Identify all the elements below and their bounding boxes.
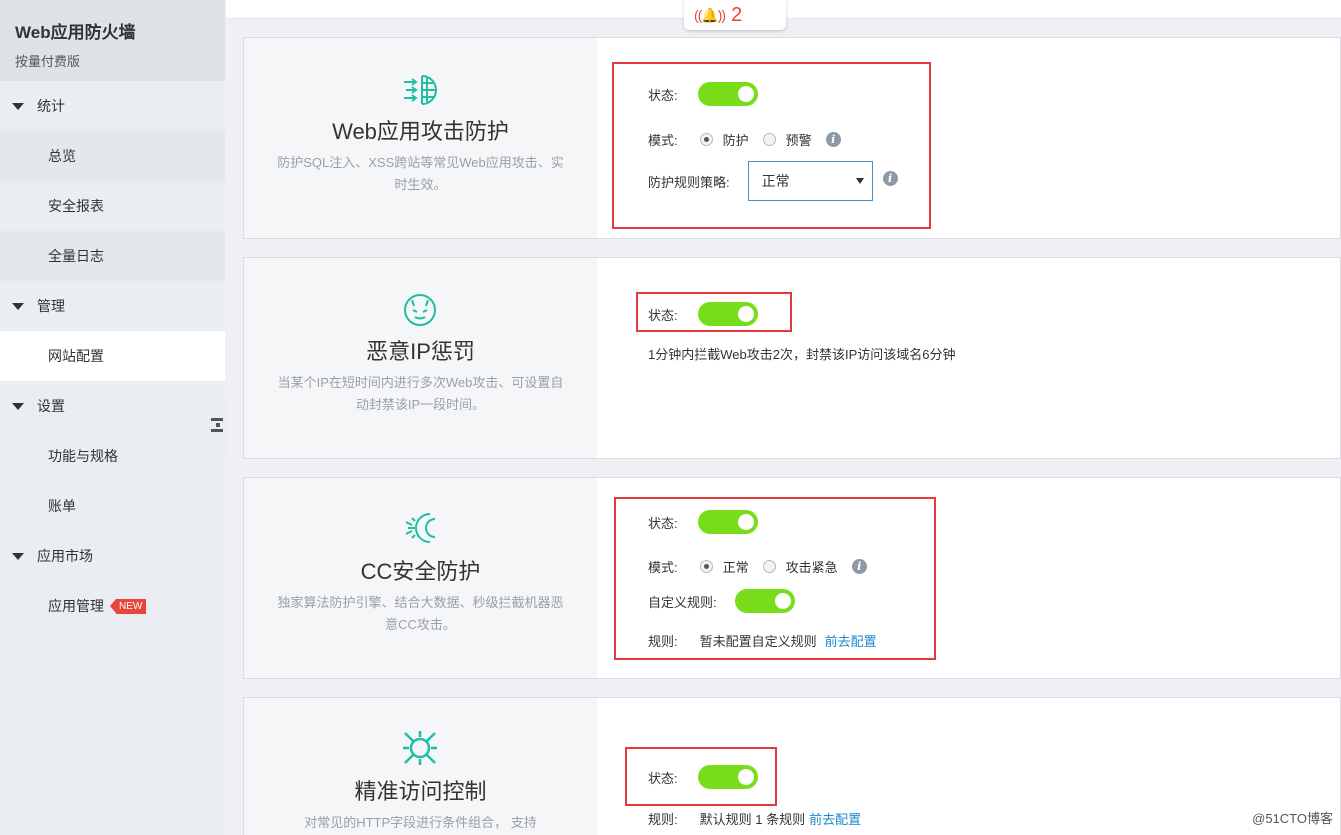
status-row: 状态: bbox=[648, 82, 758, 106]
devil-face-icon bbox=[404, 294, 436, 326]
status-row: 状态: bbox=[648, 765, 758, 789]
card-description: 独家算法防护引擎、结合大数据、秒级拦截机器恶意CC攻击。 bbox=[277, 595, 564, 632]
mode-label: 模式: bbox=[648, 560, 678, 575]
custom-rule-label: 自定义规则: bbox=[648, 594, 717, 610]
card-settings: 状态: 模式: 防护 预警 i 防护规则策略: 正常 i bbox=[598, 38, 1340, 238]
mode-row: 模式: 防护 预警 i bbox=[648, 130, 841, 149]
card-title: 恶意IP惩罚 bbox=[366, 339, 475, 364]
alarm-count: 2 bbox=[731, 3, 743, 26]
rule-row: 规则: 默认规则 1 条规则 前去配置 bbox=[648, 809, 861, 828]
sidebar: Web应用防火墙 按量付费版 统计 总览 安全报表 全量日志 管理 网站配置 设… bbox=[0, 0, 225, 835]
product-title: Web应用防火墙 bbox=[15, 23, 136, 42]
status-label: 状态: bbox=[648, 307, 678, 323]
mode-radio-protect[interactable] bbox=[699, 133, 713, 146]
caret-down-icon bbox=[12, 102, 24, 110]
rule-row: 规则: 暂未配置自定义规则 前去配置 bbox=[648, 631, 877, 650]
collapse-icon bbox=[211, 418, 223, 432]
nav-item-label: 应用管理 bbox=[48, 598, 104, 614]
sidebar-collapse-toggle[interactable] bbox=[208, 396, 226, 454]
dropdown-arrow-icon bbox=[855, 178, 864, 184]
rule-label: 规则: bbox=[648, 634, 678, 649]
nav-item-app-management[interactable]: 应用管理 NEW bbox=[0, 581, 225, 631]
status-toggle[interactable] bbox=[697, 302, 758, 326]
info-icon[interactable]: i bbox=[851, 559, 867, 574]
card-info: CC安全防护 独家算法防护引擎、结合大数据、秒级拦截机器恶意CC攻击。 bbox=[244, 478, 597, 678]
configure-link[interactable]: 前去配置 bbox=[809, 809, 861, 828]
card-title: CC安全防护 bbox=[360, 559, 481, 584]
card-settings: 状态: 1分钟内拦截Web攻击2次，封禁该IP访问该域名6分钟 bbox=[598, 258, 1340, 458]
nav-item-security-report[interactable]: 安全报表 bbox=[0, 181, 225, 231]
card-malicious-ip-penalty: 恶意IP惩罚 当某个IP在短时间内进行多次Web攻击、可设置自动封禁该IP一段时… bbox=[243, 257, 1341, 459]
policy-select[interactable]: 正常 bbox=[747, 161, 873, 201]
nav-group-statistics[interactable]: 统计 bbox=[0, 81, 225, 131]
policy-select-value: 正常 bbox=[761, 173, 790, 189]
product-edition: 按量付费版 bbox=[15, 54, 81, 69]
nav-item-overview[interactable]: 总览 bbox=[0, 131, 225, 181]
custom-rule-row: 自定义规则: bbox=[648, 589, 795, 613]
card-info: 精准访问控制 对常见的HTTP字段进行条件组合， 支持 bbox=[244, 698, 597, 835]
card-settings: 状态: 模式: 正常 攻击紧急 i 自定义规则: 规则: 暂未配置自定义规则 前… bbox=[598, 478, 1340, 678]
card-description: 对常见的HTTP字段进行条件组合， 支持 bbox=[304, 815, 537, 830]
policy-label: 防护规则策略: bbox=[648, 174, 730, 190]
rule-text: 默认规则 1 条规则 bbox=[699, 812, 806, 827]
card-title: Web应用攻击防护 bbox=[332, 119, 509, 144]
mode-radio-warn[interactable] bbox=[762, 133, 776, 146]
nav-item-billing[interactable]: 账单 bbox=[0, 481, 225, 531]
status-label: 状态: bbox=[648, 515, 678, 531]
rule-text: 暂未配置自定义规则 bbox=[699, 634, 817, 649]
nav-group-label: 统计 bbox=[37, 98, 65, 114]
new-badge: NEW bbox=[109, 598, 147, 614]
rule-label: 规则: bbox=[648, 812, 678, 827]
caret-down-icon bbox=[12, 302, 24, 310]
nav-group-settings[interactable]: 设置 bbox=[0, 381, 225, 431]
card-info: 恶意IP惩罚 当某个IP在短时间内进行多次Web攻击、可设置自动封禁该IP一段时… bbox=[244, 258, 597, 458]
status-label: 状态: bbox=[648, 770, 678, 786]
configure-link[interactable]: 前去配置 bbox=[825, 631, 877, 650]
nav-group-app-market[interactable]: 应用市场 bbox=[0, 531, 225, 581]
card-description: 当某个IP在短时间内进行多次Web攻击、可设置自动封禁该IP一段时间。 bbox=[277, 375, 564, 412]
mode-option-label: 防护 bbox=[722, 133, 749, 148]
status-toggle[interactable] bbox=[697, 82, 758, 106]
nav-item-site-config[interactable]: 网站配置 bbox=[0, 331, 225, 381]
card-description: 防护SQL注入、XSS跨站等常见Web应用攻击、实时生效。 bbox=[277, 155, 564, 192]
status-label: 状态: bbox=[648, 87, 678, 103]
penalty-note: 1分钟内拦截Web攻击2次，封禁该IP访问该域名6分钟 bbox=[648, 347, 956, 362]
card-settings: 状态: 规则: 默认规则 1 条规则 前去配置 bbox=[598, 698, 1340, 835]
status-toggle[interactable] bbox=[697, 510, 758, 534]
mode-label: 模式: bbox=[648, 133, 678, 148]
nav-group-label: 管理 bbox=[37, 298, 65, 314]
nav-group-label: 应用市场 bbox=[37, 548, 93, 564]
info-icon[interactable]: i bbox=[825, 132, 841, 147]
mode-radio-normal[interactable] bbox=[699, 560, 713, 573]
nav-item-features-specs[interactable]: 功能与规格 bbox=[0, 431, 225, 481]
caret-down-icon bbox=[12, 552, 24, 560]
card-info: Web应用攻击防护 防护SQL注入、XSS跨站等常见Web应用攻击、实时生效。 bbox=[244, 38, 597, 238]
bell-alarm-icon: ((🔔)) bbox=[694, 6, 726, 23]
status-row: 状态: bbox=[648, 510, 758, 534]
card-title: 精准访问控制 bbox=[354, 779, 487, 804]
policy-row: 防护规则策略: 正常 i bbox=[648, 161, 898, 201]
status-toggle[interactable] bbox=[697, 765, 758, 789]
caret-down-icon bbox=[12, 402, 24, 410]
card-web-attack-protection: Web应用攻击防护 防护SQL注入、XSS跨站等常见Web应用攻击、实时生效。 … bbox=[243, 37, 1341, 239]
mode-option-label: 预警 bbox=[785, 133, 812, 148]
card-precise-access-control: 精准访问控制 对常见的HTTP字段进行条件组合， 支持 状态: 规则: 默认规则… bbox=[243, 697, 1341, 835]
mode-option-label: 攻击紧急 bbox=[785, 560, 838, 575]
custom-rule-toggle[interactable] bbox=[734, 589, 795, 613]
alarm-notification[interactable]: ((🔔)) 2 bbox=[684, 0, 786, 30]
mode-row: 模式: 正常 攻击紧急 i bbox=[648, 557, 867, 576]
mode-option-label: 正常 bbox=[722, 560, 749, 575]
watermark: @51CTO博客 bbox=[1252, 811, 1333, 826]
nav-item-full-log[interactable]: 全量日志 bbox=[0, 231, 225, 281]
card-cc-protection: CC安全防护 独家算法防护引擎、结合大数据、秒级拦截机器恶意CC攻击。 状态: … bbox=[243, 477, 1341, 679]
shield-arrows-icon bbox=[404, 75, 437, 105]
status-row: 状态: bbox=[648, 302, 758, 326]
info-icon[interactable]: i bbox=[882, 170, 898, 186]
precise-target-icon bbox=[403, 731, 437, 765]
brand: Web应用防火墙 按量付费版 bbox=[0, 0, 225, 81]
mode-radio-emergency[interactable] bbox=[762, 560, 776, 573]
nav-group-management[interactable]: 管理 bbox=[0, 281, 225, 331]
nav-group-label: 设置 bbox=[37, 398, 65, 414]
cc-shield-icon bbox=[405, 513, 436, 543]
